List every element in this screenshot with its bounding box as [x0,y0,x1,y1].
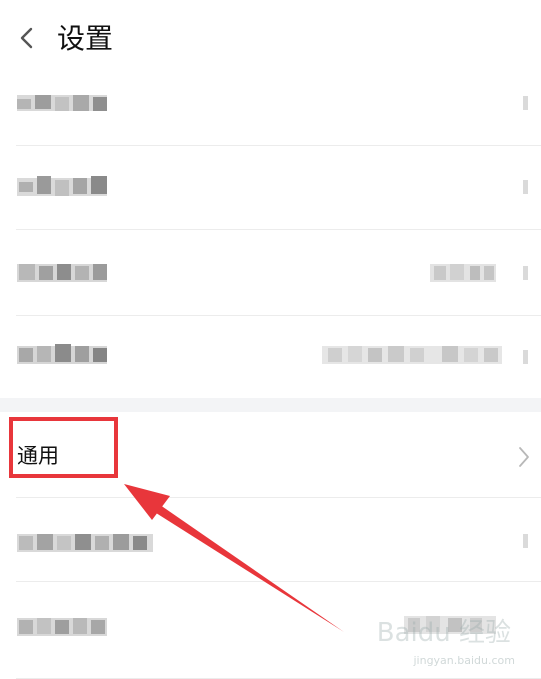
highlight-box [9,417,118,478]
chevron-right-icon [519,447,529,467]
blurred-chevron [523,350,528,364]
blurred-value [430,264,496,282]
header-bar: 设置 [0,0,541,80]
blurred-label [17,618,107,636]
settings-item-3[interactable] [0,230,541,316]
settings-item-1[interactable] [0,80,541,146]
blurred-label [17,176,107,196]
blurred-chevron [523,534,528,548]
watermark-url: jingyan.baidu.com [413,654,515,667]
settings-item-4[interactable] [0,316,541,398]
settings-item-2[interactable] [0,146,541,230]
back-arrow-icon[interactable] [14,24,40,52]
watermark-brand: Baidu 经验 [376,618,511,648]
blurred-chevron [523,96,528,110]
blurred-label [17,95,107,111]
blurred-label [17,534,153,552]
section-separator [0,398,541,412]
blurred-chevron [523,180,528,194]
blurred-chevron [523,266,528,280]
blurred-value [322,346,502,364]
settings-item-6[interactable] [0,498,541,582]
blurred-label [17,344,107,364]
page-title: 设置 [57,22,114,55]
blurred-label [17,264,107,282]
